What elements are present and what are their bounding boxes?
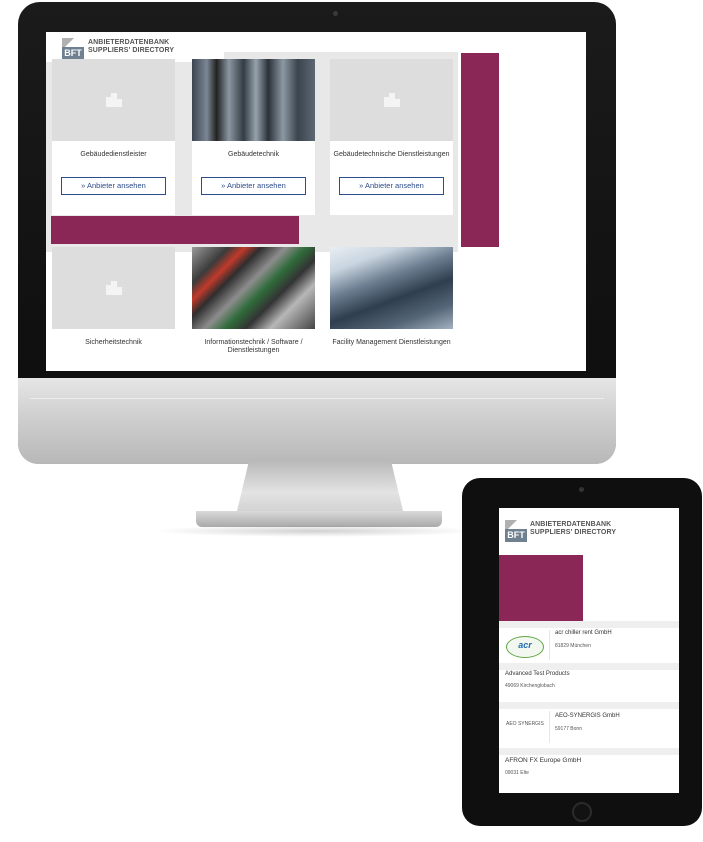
list-item[interactable]: AEO SYNERGIS AEO-SYNERGIS GmbH 59177 Bon… <box>499 709 679 745</box>
list-separator <box>499 621 679 628</box>
supplier-city: 49069 Kirchenglobach <box>505 683 555 689</box>
list-item[interactable]: AFRON FX Europe GmbH 09031 Elte <box>499 756 679 786</box>
monitor-chin <box>18 378 616 464</box>
supplier-city: 81829 München <box>555 643 591 649</box>
category-card[interactable]: Sicherheitstechnik <box>52 247 175 371</box>
supplier-name: Advanced Test Products <box>505 671 570 677</box>
camera-icon <box>333 11 338 16</box>
bft-logo-icon: BFT <box>62 38 84 60</box>
card-label: Gebäudedienstleister <box>80 151 147 158</box>
card-image <box>52 247 175 329</box>
supplier-name: AFRON FX Europe GmbH <box>505 757 582 764</box>
list-separator <box>499 702 679 709</box>
home-button[interactable] <box>572 802 592 822</box>
logo-title-line1: ANBIETERDATENBANK <box>88 39 170 46</box>
monitor-stand <box>236 459 404 515</box>
glass-building-photo <box>330 247 453 329</box>
site-logo[interactable]: BFT ANBIETERDATENBANK SUPPLIERS' DIRECTO… <box>46 32 224 62</box>
building-icon <box>384 93 400 107</box>
list-separator <box>499 663 679 670</box>
supplier-name: AEO-SYNERGIS GmbH <box>555 713 620 719</box>
tablet-screen: BFT ANBIETERDATENBANK SUPPLIERS' DIRECTO… <box>499 508 679 793</box>
category-card[interactable]: Gebäudetechnik » Anbieter ansehen <box>192 59 315 215</box>
building-icon <box>106 281 122 295</box>
card-label: Sicherheitstechnik <box>85 339 142 346</box>
site-logo[interactable]: BFT ANBIETERDATENBANK SUPPLIERS' DIRECTO… <box>499 508 679 548</box>
card-label: Informationstechnik / Software / Dienstl… <box>204 339 303 354</box>
monitor-shadow <box>150 525 480 537</box>
category-card[interactable]: Informationstechnik / Software / Dienstl… <box>192 247 315 371</box>
logo-title-line2: SUPPLIERS' DIRECTORY <box>530 529 617 536</box>
view-suppliers-button[interactable]: » Anbieter ansehen <box>339 177 444 195</box>
camera-icon <box>579 487 584 492</box>
logo-mark-text: BFT <box>505 529 527 542</box>
acr-logo-text: acr <box>518 640 532 650</box>
gauges-photo <box>192 59 315 141</box>
card-label: Gebäudetechnische Dienstleistungen <box>333 151 450 158</box>
card-label: Gebäudetechnik <box>228 151 279 158</box>
desktop-screen: BFT ANBIETERDATENBANK SUPPLIERS' DIRECTO… <box>46 32 586 371</box>
category-card[interactable]: Gebäudetechnische Dienstleistungen » Anb… <box>330 59 453 215</box>
supplier-city: 09031 Elte <box>505 770 529 776</box>
view-suppliers-button[interactable]: » Anbieter ansehen <box>201 177 306 195</box>
list-item[interactable]: acr acr chiller rent GmbH 81829 München <box>499 628 679 661</box>
bft-logo-icon: BFT <box>505 520 527 542</box>
promo-banner-vertical[interactable] <box>461 53 499 247</box>
list-item[interactable]: Advanced Test Products 49069 Kirchenglob… <box>499 670 679 700</box>
aeo-synergis-logo: AEO SYNERGIS <box>506 721 544 727</box>
category-card[interactable]: Facility Management Dienstleistungen <box>330 247 453 371</box>
connectors-photo <box>192 247 315 329</box>
card-label: Facility Management Dienstleistungen <box>332 339 451 346</box>
supplier-name: acr chiller rent GmbH <box>555 630 612 636</box>
chin-highlight <box>30 398 604 399</box>
card-image <box>52 59 175 141</box>
logo-title-line1: ANBIETERDATENBANK <box>530 521 612 528</box>
acr-logo: acr <box>506 636 544 658</box>
list-separator <box>499 748 679 755</box>
supplier-city: 59177 Bonn <box>555 726 582 732</box>
card-image <box>330 59 453 141</box>
promo-banner[interactable] <box>499 555 583 623</box>
divider <box>549 711 550 743</box>
tablet-device: BFT ANBIETERDATENBANK SUPPLIERS' DIRECTO… <box>462 478 702 826</box>
building-icon <box>106 93 122 107</box>
category-card[interactable]: Gebäudedienstleister » Anbieter ansehen <box>52 59 175 215</box>
promo-banner-horizontal[interactable] <box>51 216 299 244</box>
logo-title-line2: SUPPLIERS' DIRECTORY <box>88 47 175 54</box>
view-suppliers-button[interactable]: » Anbieter ansehen <box>61 177 166 195</box>
divider <box>549 630 550 660</box>
